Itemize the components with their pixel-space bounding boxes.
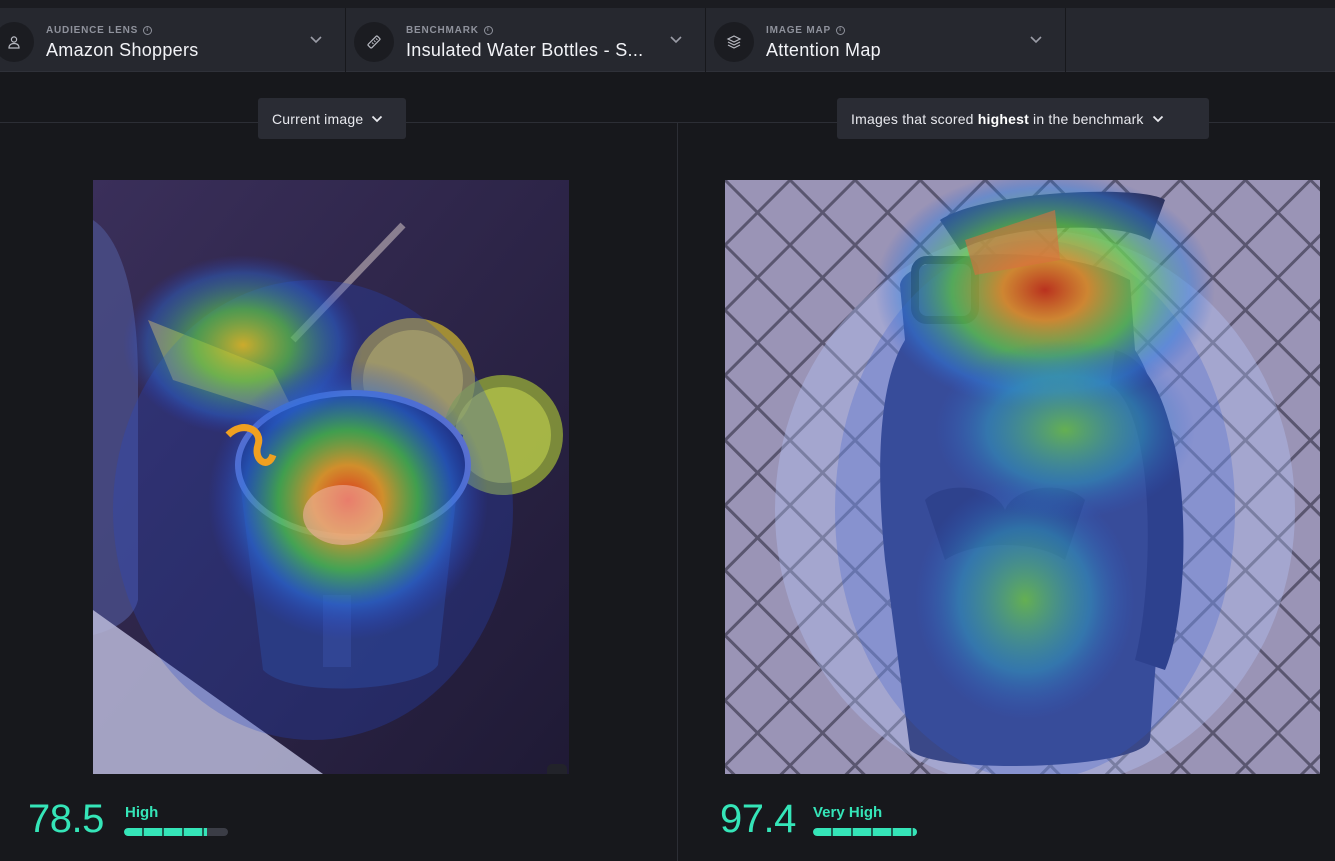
dropdown-text-bold: highest [977, 110, 1029, 127]
audience-lens-label-text: AUDIENCE LENS [46, 25, 139, 36]
current-image-dropdown-label: Current image [272, 110, 364, 127]
rating-bar-fill [813, 828, 917, 836]
benchmark-label: BENCHMARK i [406, 25, 493, 36]
chevron-down-icon[interactable] [669, 34, 683, 46]
current-image-dropdown[interactable]: Current image [258, 98, 406, 139]
benchmark-image-score: 97.4 [720, 797, 796, 841]
benchmark-image-attention-map [725, 180, 1320, 774]
chevron-down-icon[interactable] [309, 34, 323, 46]
chevron-down-icon [372, 115, 383, 122]
benchmark-value: Insulated Water Bottles - S... [406, 40, 644, 60]
current-image-rating-bar [124, 828, 228, 836]
scroll-handle[interactable] [547, 764, 567, 774]
dropdown-text-pre: Images that scored [851, 110, 978, 127]
image-map-label-text: IMAGE MAP [766, 25, 831, 36]
benchmark-image-rating: Very High [813, 804, 883, 821]
ruler-icon [354, 22, 394, 62]
info-icon[interactable]: i [835, 26, 845, 35]
rating-bar-fill [124, 828, 208, 836]
layers-icon [714, 22, 754, 62]
benchmark-label-text: BENCHMARK [406, 25, 479, 36]
benchmark-images-dropdown-label: Images that scored highest in the benchm… [851, 111, 1144, 127]
current-image-rating: High [125, 804, 159, 821]
audience-lens-value: Amazon Shoppers [46, 40, 199, 60]
person-icon [0, 22, 34, 62]
info-icon[interactable]: i [143, 26, 153, 35]
current-image-attention-map [93, 180, 569, 774]
audience-lens-label: AUDIENCE LENS i [46, 25, 153, 36]
info-icon[interactable]: i [483, 26, 493, 35]
chevron-down-icon[interactable] [1029, 34, 1043, 46]
benchmark-images-dropdown[interactable]: Images that scored highest in the benchm… [837, 98, 1209, 139]
dropdown-text-post: in the benchmark [1028, 110, 1144, 127]
image-map-selector[interactable]: IMAGE MAP i Attention Map [706, 8, 1066, 72]
image-map-value: Attention Map [766, 40, 881, 60]
panel-divider [677, 123, 678, 861]
chevron-down-icon [1152, 115, 1163, 122]
benchmark-selector[interactable]: BENCHMARK i Insulated Water Bottles - S.… [346, 8, 706, 72]
selector-bar: AUDIENCE LENS i Amazon Shoppers BENCHMAR… [0, 8, 1335, 72]
image-map-label: IMAGE MAP i [766, 25, 845, 36]
current-image-score: 78.5 [28, 797, 104, 841]
benchmark-image-rating-bar [813, 828, 917, 836]
top-strip [0, 0, 1335, 8]
audience-lens-selector[interactable]: AUDIENCE LENS i Amazon Shoppers [0, 8, 346, 72]
